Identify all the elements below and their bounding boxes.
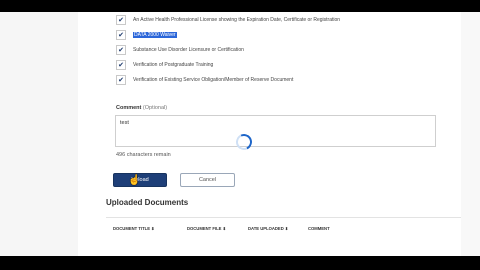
checkbox-checked-icon[interactable]: ✔ — [116, 60, 126, 70]
comment-textarea[interactable]: test — [115, 115, 436, 147]
checklist-item[interactable]: ✔ Substance Use Disorder Licensure or Ce… — [116, 44, 244, 56]
comment-label: Comment (Optional) — [116, 105, 167, 111]
left-gutter — [0, 12, 78, 256]
column-header-document-file[interactable]: DOCUMENT FILE ⬍ — [187, 226, 226, 231]
checklist-item-label: Substance Use Disorder Licensure or Cert… — [133, 47, 244, 53]
checkbox-checked-icon[interactable]: ✔ — [116, 30, 126, 40]
column-header-date-uploaded[interactable]: DATE UPLOADED ⬍ — [248, 226, 288, 231]
checklist-item-label: DATA 2000 Waiver — [133, 32, 177, 38]
hand-cursor-icon: ☝ — [128, 175, 141, 186]
checklist-item[interactable]: ✔ An Active Health Professional License … — [116, 14, 340, 26]
column-header-comment: COMMENT — [308, 226, 330, 231]
checkbox-checked-icon[interactable]: ✔ — [116, 15, 126, 25]
column-header-document-title[interactable]: DOCUMENT TITLE ⬍ — [113, 226, 155, 231]
checklist-item-label: Verification of Existing Service Obligat… — [133, 77, 294, 83]
checklist-item[interactable]: ✔ Verification of Postgraduate Training — [116, 59, 213, 71]
checklist-item-label: An Active Health Professional License sh… — [133, 17, 341, 23]
uploaded-documents-title: Uploaded Documents — [106, 198, 189, 207]
comment-label-text: Comment — [116, 105, 142, 111]
checkbox-checked-icon[interactable]: ✔ — [116, 75, 126, 85]
cancel-button[interactable]: Cancel — [180, 173, 235, 187]
checkbox-checked-icon[interactable]: ✔ — [116, 45, 126, 55]
comment-optional-text: (Optional) — [142, 105, 168, 111]
right-gutter — [461, 12, 480, 256]
checklist-item[interactable]: ✔ DATA 2000 Waiver — [116, 29, 177, 41]
checklist-item[interactable]: ✔ Verification of Existing Service Oblig… — [116, 74, 293, 86]
divider — [106, 217, 461, 218]
comment-value: test — [120, 120, 129, 126]
characters-remaining: 496 characters remain — [116, 152, 171, 158]
checklist-item-label: Verification of Postgraduate Training — [133, 62, 214, 68]
